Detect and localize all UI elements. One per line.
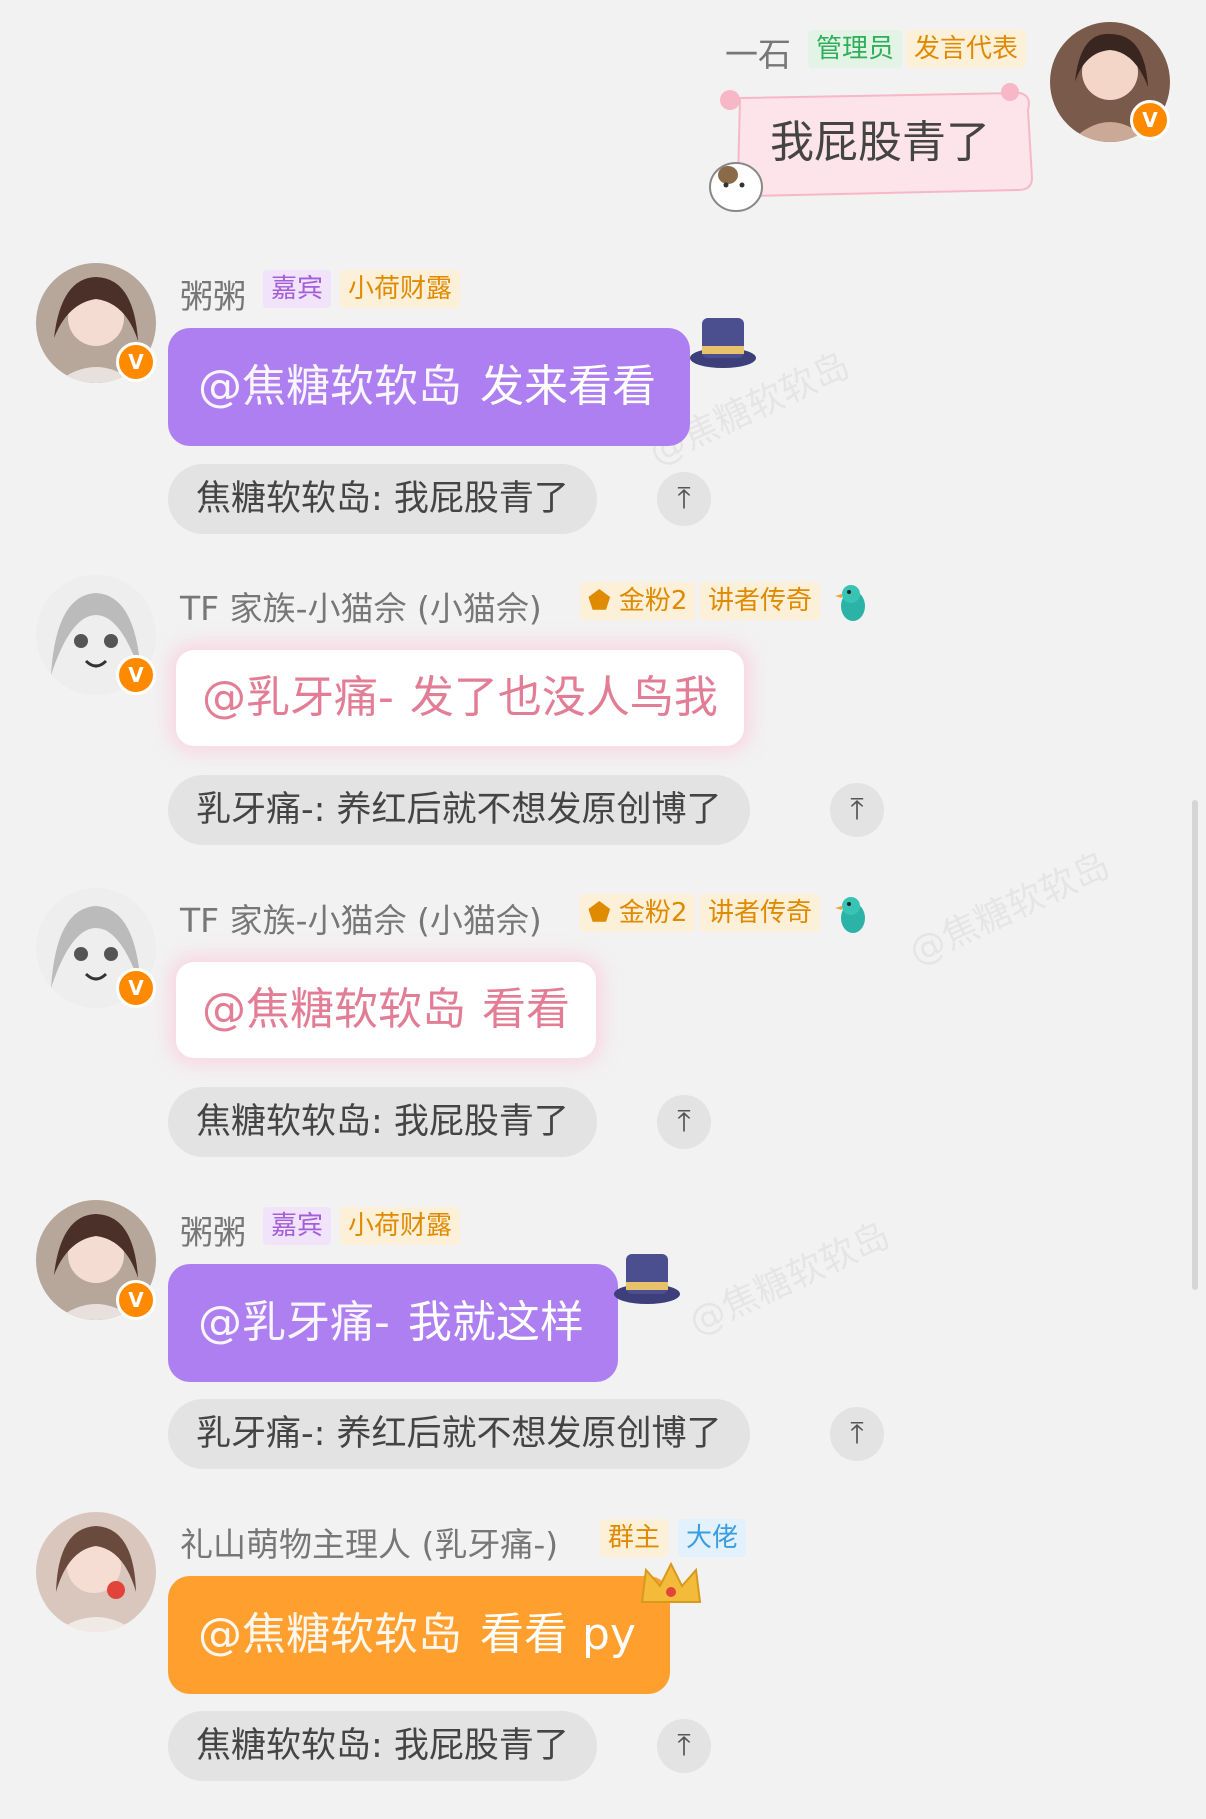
mention-link[interactable]: @焦糖软软岛 bbox=[198, 361, 462, 412]
title-tag: 讲者传奇 bbox=[700, 582, 821, 620]
watermark: @焦糖软软岛 bbox=[682, 1214, 897, 1344]
sender-name[interactable]: 礼山萌物主理人 (乳牙痛-) bbox=[180, 1518, 558, 1566]
quoted-message[interactable]: 乳牙痛-: 养红后就不想发原创博了 bbox=[168, 1399, 750, 1469]
top-hat-decoration-icon bbox=[612, 1246, 682, 1306]
title-tag: 讲者传奇 bbox=[700, 894, 821, 932]
role-tag: 嘉宾 bbox=[263, 270, 332, 308]
fan-level-tag: ⬟ 金粉2 bbox=[580, 582, 696, 620]
title-tag: 大佬 bbox=[678, 1519, 747, 1557]
hamster-sticker-icon bbox=[706, 145, 766, 215]
quoted-message[interactable]: 乳牙痛-: 养红后就不想发原创博了 bbox=[168, 775, 750, 845]
medal-icon: ⬟ bbox=[588, 586, 611, 616]
quoted-message[interactable]: 焦糖软软岛: 我屁股青了 bbox=[168, 464, 597, 534]
watermark: @焦糖软软岛 bbox=[902, 844, 1117, 974]
bird-icon bbox=[835, 580, 871, 624]
verified-badge-icon: V bbox=[116, 342, 156, 382]
bird-icon bbox=[835, 892, 871, 936]
role-tag: 管理员 bbox=[808, 30, 903, 68]
verified-badge-icon: V bbox=[116, 968, 156, 1008]
message-bubble[interactable]: @乳牙痛- 我就这样 bbox=[168, 1264, 618, 1382]
title-tag: 小荷财露 bbox=[340, 270, 461, 308]
mention-link[interactable]: @乳牙痛- bbox=[202, 672, 394, 723]
title-tag: 发言代表 bbox=[906, 30, 1027, 68]
title-tag: 小荷财露 bbox=[340, 1207, 461, 1245]
verified-badge-icon: V bbox=[116, 655, 156, 695]
mention-link[interactable]: @焦糖软软岛 bbox=[202, 984, 466, 1035]
arrow-up-to-top-icon[interactable]: ⤒ bbox=[657, 472, 711, 526]
message-text: 看看 bbox=[482, 984, 570, 1035]
quoted-message[interactable]: 焦糖软软岛: 我屁股青了 bbox=[168, 1087, 597, 1157]
decorated-message-bubble[interactable]: @焦糖软软岛 看看 bbox=[176, 962, 596, 1058]
sender-name[interactable]: 一石 bbox=[725, 28, 791, 76]
mention-link[interactable]: @焦糖软软岛 bbox=[198, 1609, 462, 1660]
decorated-message-bubble[interactable]: @乳牙痛- 发了也没人鸟我 bbox=[176, 650, 744, 746]
arrow-up-to-top-icon[interactable]: ⤒ bbox=[830, 783, 884, 837]
message-bubble[interactable]: @焦糖软软岛 看看 py bbox=[168, 1576, 670, 1694]
sender-name[interactable]: 粥粥 bbox=[180, 1206, 246, 1254]
arrow-up-to-top-icon[interactable]: ⤒ bbox=[830, 1407, 884, 1461]
role-tag: 群主 bbox=[600, 1519, 669, 1557]
sender-name[interactable]: 粥粥 bbox=[180, 270, 246, 318]
medal-icon: ⬟ bbox=[588, 898, 611, 928]
verified-badge-icon: V bbox=[1130, 100, 1170, 140]
message-bubble[interactable]: @焦糖软软岛 发来看看 bbox=[168, 328, 690, 446]
fan-level-tag: ⬟ 金粉2 bbox=[580, 894, 696, 932]
role-tag: 嘉宾 bbox=[263, 1207, 332, 1245]
top-hat-decoration-icon bbox=[688, 310, 758, 370]
sender-name[interactable]: TF 家族-小猫佘 (小猫佘) bbox=[180, 894, 542, 942]
message-text: 发来看看 bbox=[480, 361, 656, 412]
sender-name[interactable]: TF 家族-小猫佘 (小猫佘) bbox=[180, 582, 542, 630]
scrollbar[interactable] bbox=[1192, 800, 1198, 1290]
message-text: 发了也没人鸟我 bbox=[409, 672, 718, 723]
arrow-up-to-top-icon[interactable]: ⤒ bbox=[657, 1719, 711, 1773]
mention-link[interactable]: @乳牙痛- bbox=[198, 1297, 390, 1348]
verified-badge-icon: V bbox=[116, 1280, 156, 1320]
crown-decoration-icon bbox=[636, 1558, 706, 1612]
message-text: 我屁股青了 bbox=[770, 117, 990, 168]
arrow-up-to-top-icon[interactable]: ⤒ bbox=[657, 1095, 711, 1149]
quoted-message[interactable]: 焦糖软软岛: 我屁股青了 bbox=[168, 1711, 597, 1781]
message-text: 我就这样 bbox=[407, 1297, 584, 1348]
message-text: 看看 py bbox=[480, 1609, 636, 1660]
avatar[interactable] bbox=[36, 1512, 156, 1632]
